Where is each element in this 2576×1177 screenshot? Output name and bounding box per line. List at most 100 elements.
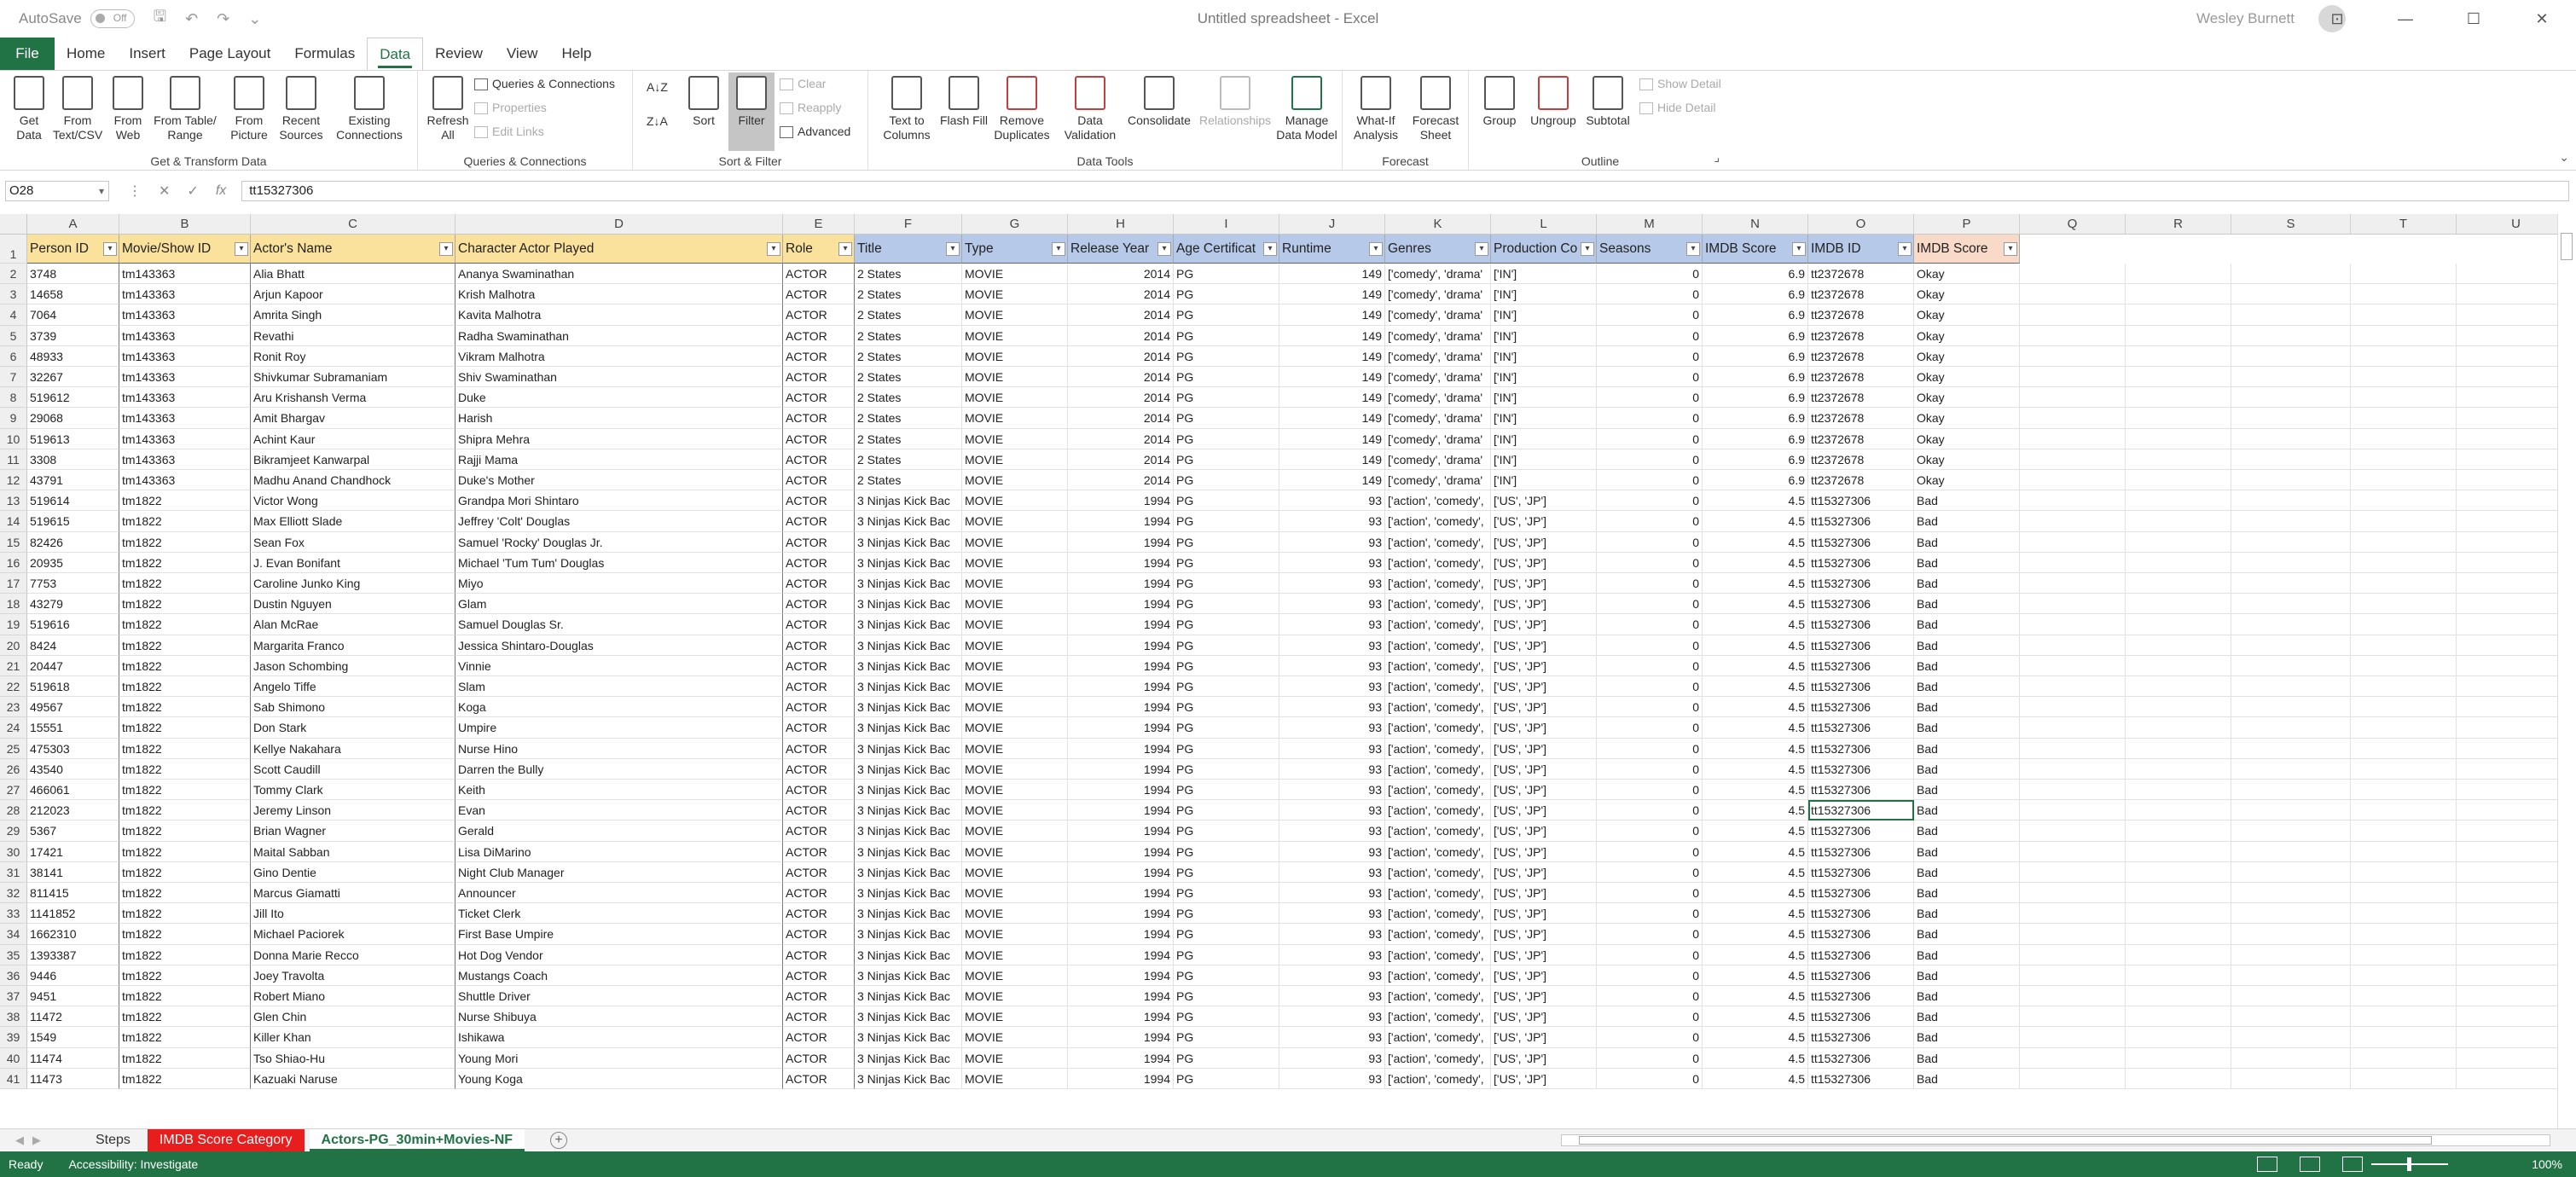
table-cell[interactable]: 149 (1279, 264, 1385, 285)
empty-cell[interactable] (2231, 325, 2351, 346)
table-cell[interactable]: 93 (1279, 780, 1385, 801)
table-cell[interactable]: ['action', 'comedy', (1385, 965, 1491, 986)
table-cell[interactable]: PG (1174, 594, 1279, 615)
flash-fill-button[interactable]: Flash Fill (940, 76, 988, 128)
empty-cell[interactable] (2126, 861, 2231, 883)
table-cell[interactable]: 93 (1279, 552, 1385, 573)
table-cell[interactable]: 4.5 (1703, 697, 1808, 718)
table-cell[interactable]: PG (1174, 861, 1279, 883)
table-cell[interactable]: ['IN'] (1491, 345, 1597, 367)
empty-cell[interactable] (2231, 800, 2351, 821)
table-cell[interactable]: Night Club Manager (455, 861, 783, 883)
table-cell[interactable]: 2014 (1068, 284, 1174, 305)
table-cell[interactable]: Bad (1914, 1047, 2020, 1069)
table-cell[interactable]: 0 (1597, 345, 1703, 367)
table-cell[interactable]: Bad (1914, 511, 2020, 532)
table-cell[interactable]: Donna Marie Recco (251, 944, 455, 965)
table-cell[interactable]: tm1822 (119, 697, 251, 718)
table-cell[interactable]: Bad (1914, 490, 2020, 512)
table-cell[interactable]: ['US', 'JP'] (1491, 903, 1597, 925)
table-cell[interactable]: 149 (1279, 470, 1385, 491)
table-cell[interactable]: ACTOR (783, 1068, 855, 1089)
empty-cell[interactable] (2126, 924, 2231, 945)
table-cell[interactable]: Gerald (455, 820, 783, 842)
empty-cell[interactable] (2126, 655, 2231, 676)
table-cell[interactable]: tm143363 (119, 449, 251, 470)
table-cell[interactable]: tt15327306 (1808, 903, 1914, 925)
advanced-button[interactable]: Advanced (780, 120, 850, 142)
table-cell[interactable]: ACTOR (783, 861, 855, 883)
empty-cell[interactable] (2126, 676, 2231, 698)
table-cell[interactable]: tm1822 (119, 738, 251, 759)
table-cell[interactable]: 4.5 (1703, 594, 1808, 615)
table-cell[interactable]: 1994 (1068, 635, 1174, 656)
show-detail-button[interactable]: Show Detail (1639, 72, 1721, 95)
table-header-cell[interactable]: Role ▾ (783, 235, 855, 264)
table-cell[interactable]: 149 (1279, 325, 1385, 346)
table-cell[interactable]: ['comedy', 'drama' (1385, 367, 1491, 388)
table-cell[interactable]: 20935 (27, 552, 119, 573)
zoom-level[interactable]: 100% (2532, 1157, 2562, 1171)
table-cell[interactable]: 0 (1597, 428, 1703, 449)
table-cell[interactable]: 2014 (1068, 449, 1174, 470)
column-header-h[interactable]: H (1068, 214, 1174, 235)
table-cell[interactable]: Michael Paciorek (251, 924, 455, 945)
table-cell[interactable]: ['action', 'comedy', (1385, 531, 1491, 553)
empty-cell[interactable] (2020, 470, 2126, 491)
table-cell[interactable]: ['comedy', 'drama' (1385, 408, 1491, 429)
empty-cell[interactable] (2020, 883, 2126, 904)
row-header[interactable]: 39 (0, 1027, 27, 1048)
row-header[interactable]: 10 (0, 428, 27, 449)
empty-cell[interactable] (2020, 965, 2126, 986)
table-cell[interactable]: ACTOR (783, 531, 855, 553)
table-cell[interactable]: ACTOR (783, 841, 855, 862)
table-cell[interactable]: 0 (1597, 408, 1703, 429)
table-cell[interactable]: ACTOR (783, 325, 855, 346)
formula-input[interactable]: tt15327306 (241, 181, 2569, 201)
sort-button[interactable]: Sort (681, 76, 727, 128)
row-header[interactable]: 30 (0, 841, 27, 862)
empty-cell[interactable] (2126, 345, 2231, 367)
table-cell[interactable]: 0 (1597, 511, 1703, 532)
table-cell[interactable]: ['action', 'comedy', (1385, 1006, 1491, 1028)
sort-z-a-button[interactable]: Z↓A (647, 110, 668, 132)
empty-cell[interactable] (2020, 325, 2126, 346)
table-cell[interactable]: ['US', 'JP'] (1491, 800, 1597, 821)
table-cell[interactable]: Bad (1914, 552, 2020, 573)
empty-cell[interactable] (2351, 780, 2457, 801)
table-cell[interactable]: ['action', 'comedy', (1385, 903, 1491, 925)
table-cell[interactable]: ['US', 'JP'] (1491, 655, 1597, 676)
table-cell[interactable]: 0 (1597, 903, 1703, 925)
table-cell[interactable]: Alia Bhatt (251, 264, 455, 285)
row-header[interactable]: 33 (0, 903, 27, 925)
table-cell[interactable]: MOVIE (962, 903, 1068, 925)
table-cell[interactable]: 2014 (1068, 264, 1174, 285)
forecast-sheet-button[interactable]: Forecast Sheet (1407, 76, 1464, 142)
what-if-analysis-button[interactable]: What-If Analysis (1348, 76, 1404, 142)
table-cell[interactable]: Jessica Shintaro-Douglas (455, 635, 783, 656)
table-cell[interactable]: Okay (1914, 264, 2020, 285)
table-cell[interactable]: tm1822 (119, 490, 251, 512)
table-cell[interactable]: 1994 (1068, 490, 1174, 512)
empty-cell[interactable] (2020, 1006, 2126, 1028)
empty-cell[interactable] (2126, 428, 2231, 449)
table-cell[interactable]: MOVIE (962, 408, 1068, 429)
table-cell[interactable]: ['IN'] (1491, 449, 1597, 470)
empty-cell[interactable] (2020, 367, 2126, 388)
table-cell[interactable]: ACTOR (783, 883, 855, 904)
table-cell[interactable]: MOVIE (962, 924, 1068, 945)
table-cell[interactable]: ACTOR (783, 986, 855, 1007)
table-cell[interactable]: PG (1174, 470, 1279, 491)
table-cell[interactable]: Marcus Giamatti (251, 883, 455, 904)
table-cell[interactable]: ACTOR (783, 697, 855, 718)
empty-cell[interactable] (2351, 345, 2457, 367)
table-cell[interactable]: ['comedy', 'drama' (1385, 345, 1491, 367)
table-cell[interactable]: ['US', 'JP'] (1491, 635, 1597, 656)
table-cell[interactable]: Darren the Bully (455, 758, 783, 780)
filter-dropdown-icon[interactable]: ▾ (767, 242, 780, 256)
table-cell[interactable]: ['US', 'JP'] (1491, 1068, 1597, 1089)
row-header[interactable]: 36 (0, 965, 27, 986)
table-cell[interactable]: Michael 'Tum Tum' Douglas (455, 552, 783, 573)
tab-data[interactable]: Data (367, 38, 424, 70)
table-cell[interactable]: 3 Ninjas Kick Bac (855, 573, 962, 594)
